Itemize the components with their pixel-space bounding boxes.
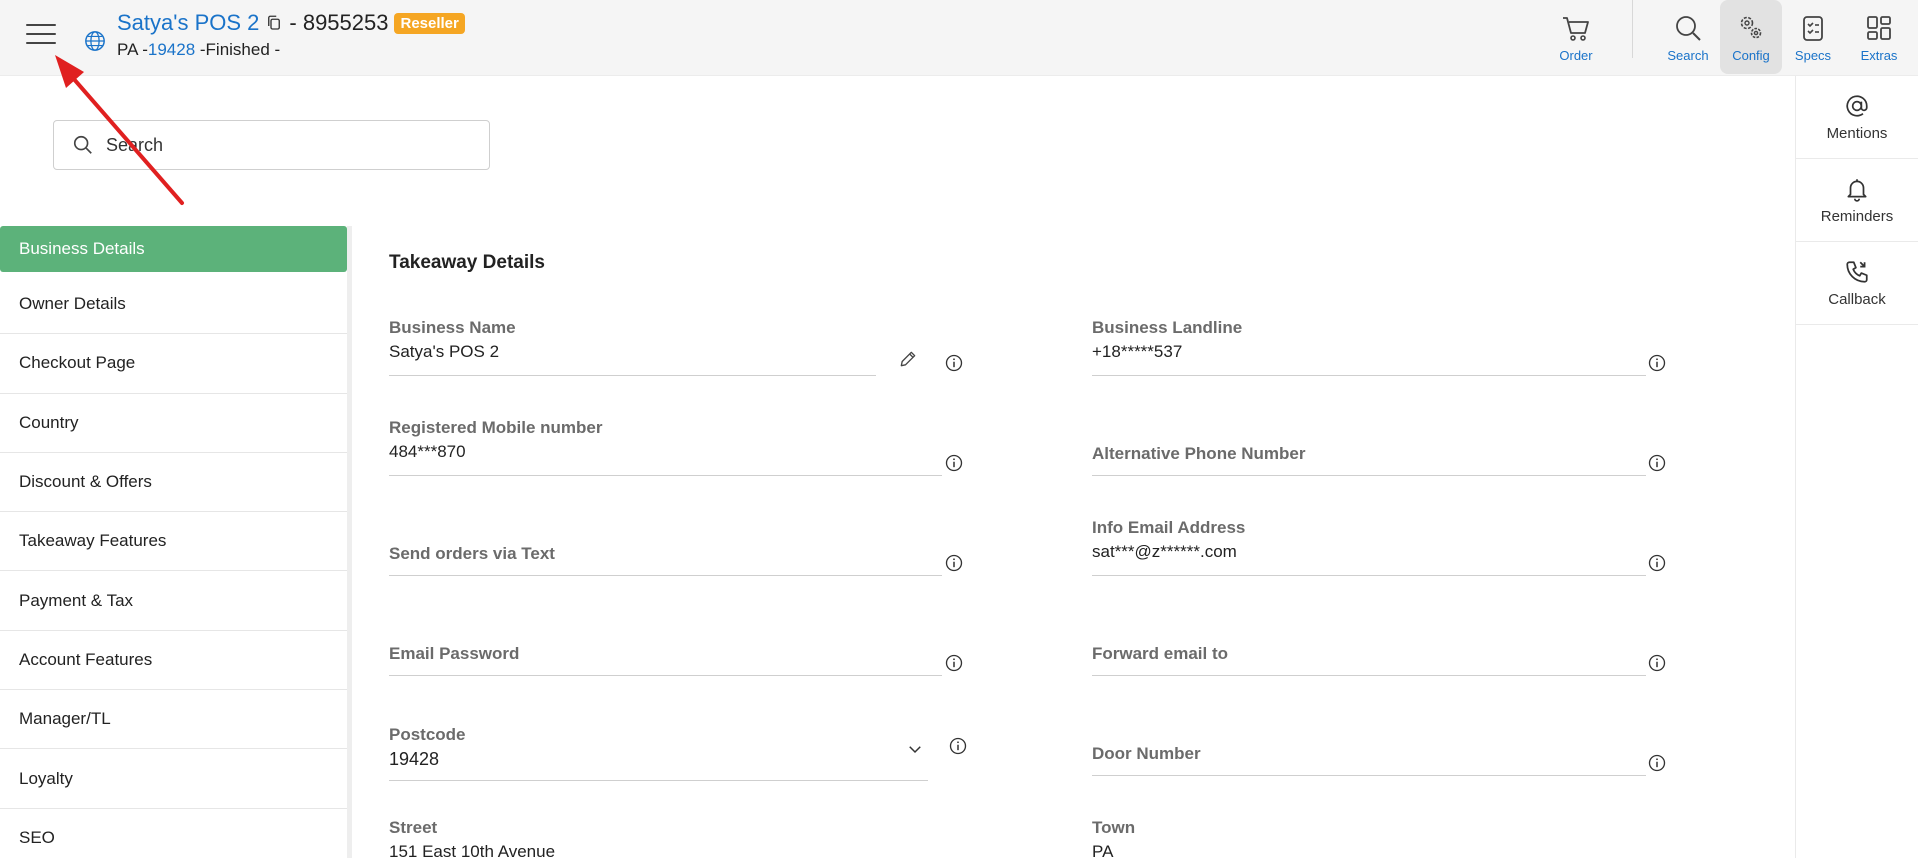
shop-status-row: PA -19428 -Finished - <box>117 40 280 60</box>
clipboard-checklist-icon <box>1803 15 1823 41</box>
sidebar-item-seo[interactable]: SEO <box>0 809 347 858</box>
search-input[interactable] <box>106 134 486 156</box>
bell-icon <box>1847 178 1867 202</box>
info-icon[interactable] <box>1647 753 1667 773</box>
shop-name-link[interactable]: Satya's POS 2 <box>117 10 259 36</box>
door-number-label: Door Number <box>1092 744 1201 763</box>
search-label: Search <box>1667 47 1709 63</box>
settings-sidebar: Business Details Owner Details Checkout … <box>0 226 352 858</box>
town-value: PA <box>1092 842 1114 858</box>
grid-icon <box>1867 15 1891 40</box>
order-button[interactable]: Order <box>1553 0 1599 74</box>
right-rail: Mentions Reminders Callback <box>1795 76 1918 858</box>
shop-title-row: Satya's POS 2 - 8955253 Reseller <box>117 10 465 36</box>
sidebar-item-payment-tax[interactable]: Payment & Tax <box>0 571 347 631</box>
at-sign-icon <box>1846 94 1868 117</box>
info-icon[interactable] <box>1647 553 1667 573</box>
info-icon[interactable] <box>944 353 964 373</box>
postcode-select[interactable]: Postcode 19428 <box>389 725 928 781</box>
search-icon <box>1676 15 1701 41</box>
business-landline-label: Business Landline <box>1092 318 1243 337</box>
globe-icon <box>85 31 105 51</box>
door-number-field[interactable]: Door Number <box>1092 744 1646 776</box>
zip-link[interactable]: 19428 <box>148 40 195 59</box>
send-orders-text-field[interactable]: Send orders via Text <box>389 544 942 576</box>
hamburger-menu-icon[interactable] <box>26 24 56 46</box>
registered-mobile-value: 484***870 <box>389 442 466 461</box>
chevron-down-icon[interactable] <box>906 740 924 758</box>
sidebar-item-loyalty[interactable]: Loyalty <box>0 749 347 809</box>
mentions-button[interactable]: Mentions <box>1796 76 1918 159</box>
business-name-label: Business Name <box>389 318 516 337</box>
street-value: 151 East 10th Avenue <box>389 842 556 858</box>
street-label: Street <box>389 818 438 837</box>
email-password-field[interactable]: Email Password <box>389 644 942 676</box>
email-password-label: Email Password <box>389 644 520 663</box>
postcode-value: 19428 <box>389 749 440 769</box>
info-icon[interactable] <box>944 453 964 473</box>
gears-icon <box>1740 16 1762 38</box>
config-label: Config <box>1732 47 1770 63</box>
sidebar-item-manager-tl[interactable]: Manager/TL <box>0 690 347 750</box>
alternative-phone-field[interactable]: Alternative Phone Number <box>1092 444 1646 476</box>
info-icon[interactable] <box>948 736 968 756</box>
reminders-button[interactable]: Reminders <box>1796 159 1918 242</box>
info-email-field[interactable]: Info Email Address sat***@z******.com <box>1092 518 1646 576</box>
search-icon <box>73 135 92 154</box>
sidebar-item-takeaway-features[interactable]: Takeaway Features <box>0 512 347 572</box>
business-name-value: Satya's POS 2 <box>389 342 500 361</box>
business-landline-value: +18*****537 <box>1092 342 1183 361</box>
sidebar-item-country[interactable]: Country <box>0 394 347 453</box>
town-label: Town <box>1092 818 1136 837</box>
info-icon[interactable] <box>1647 353 1667 373</box>
extras-label: Extras <box>1860 47 1898 63</box>
phone-callback-icon <box>1846 260 1868 283</box>
sidebar-item-account-features[interactable]: Account Features <box>0 631 347 691</box>
top-header: Satya's POS 2 - 8955253 Reseller PA -194… <box>0 0 1918 76</box>
header-divider <box>1632 0 1633 58</box>
registered-mobile-field[interactable]: Registered Mobile number 484***870 <box>389 418 942 476</box>
config-button[interactable]: Config <box>1720 0 1782 74</box>
status-text: -Finished - <box>195 40 281 59</box>
info-icon[interactable] <box>944 653 964 673</box>
info-icon[interactable] <box>944 553 964 573</box>
registered-mobile-label: Registered Mobile number <box>389 418 603 437</box>
callback-button[interactable]: Callback <box>1796 242 1918 325</box>
forward-email-label: Forward email to <box>1092 644 1229 663</box>
state-text: PA - <box>117 40 148 59</box>
reseller-badge: Reseller <box>394 12 465 34</box>
send-orders-text-label: Send orders via Text <box>389 544 555 563</box>
info-icon[interactable] <box>1647 453 1667 473</box>
sidebar-item-checkout-page[interactable]: Checkout Page <box>0 334 347 394</box>
info-email-value: sat***@z******.com <box>1092 542 1237 561</box>
sidebar-item-business-details[interactable]: Business Details <box>0 226 347 272</box>
copy-icon[interactable] <box>265 14 283 32</box>
edit-pencil-icon[interactable] <box>898 349 918 369</box>
extras-button[interactable]: Extras <box>1854 0 1904 74</box>
forward-email-field[interactable]: Forward email to <box>1092 644 1646 676</box>
reminders-label: Reminders <box>1820 207 1894 225</box>
callback-label: Callback <box>1828 290 1886 308</box>
sidebar-item-discount-offers[interactable]: Discount & Offers <box>0 453 347 513</box>
specs-button[interactable]: Specs <box>1790 0 1836 74</box>
search-button[interactable]: Search <box>1663 0 1713 74</box>
info-email-label: Info Email Address <box>1092 518 1246 537</box>
alternative-phone-label: Alternative Phone Number <box>1092 444 1306 463</box>
order-label: Order <box>1559 47 1593 63</box>
business-name-field[interactable]: Business Name Satya's POS 2 <box>389 318 876 376</box>
town-field[interactable]: Town PA <box>1092 818 1646 858</box>
shop-id: - 8955253 <box>289 10 389 35</box>
mentions-label: Mentions <box>1826 124 1888 142</box>
search-bar[interactable] <box>53 120 490 170</box>
street-field[interactable]: Street 151 East 10th Avenue <box>389 818 942 858</box>
cart-icon <box>1563 16 1589 41</box>
section-title: Takeaway Details <box>389 252 545 273</box>
sidebar-item-owner-details[interactable]: Owner Details <box>0 275 347 335</box>
business-landline-field[interactable]: Business Landline +18*****537 <box>1092 318 1646 376</box>
specs-label: Specs <box>1794 47 1832 63</box>
info-icon[interactable] <box>1647 653 1667 673</box>
postcode-label: Postcode <box>389 725 466 744</box>
